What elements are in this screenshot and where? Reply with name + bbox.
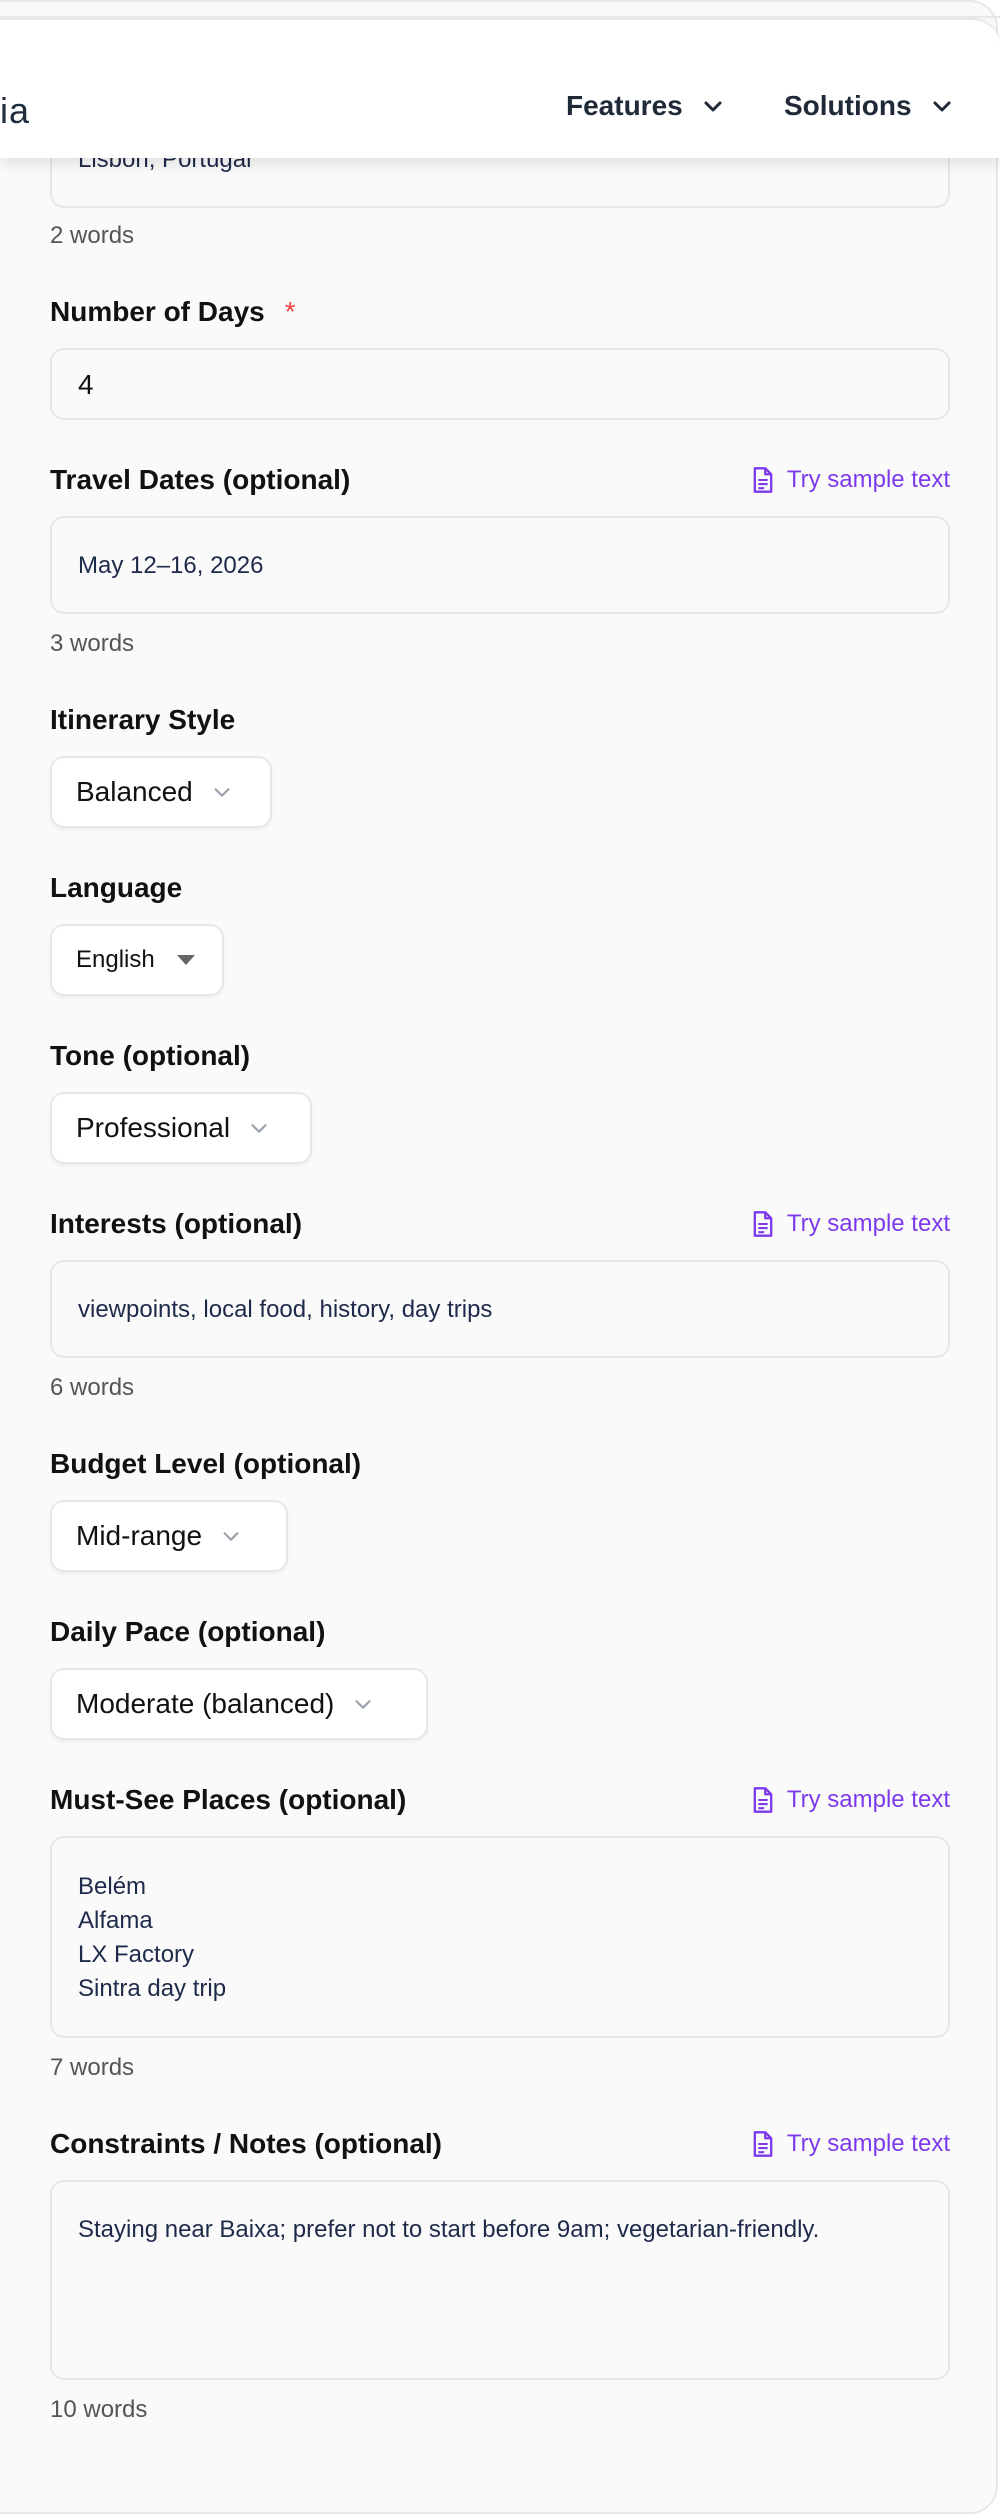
style-select[interactable]: Balanced [50, 756, 272, 828]
notes-word-count: 10 words [50, 2396, 148, 2423]
days-input[interactable]: 4 [50, 348, 950, 420]
interests-try-sample-label: Try sample text [786, 1210, 950, 1237]
must-see-value: Belém Alfama LX Factory Sintra day trip [78, 1870, 226, 2006]
document-icon [753, 467, 773, 493]
language-select[interactable]: English [50, 924, 224, 996]
notes-label: Constraints / Notes (optional) [50, 2128, 442, 2159]
nav-solutions-label: Solutions [784, 90, 912, 121]
dates-try-sample-label: Try sample text [786, 466, 950, 493]
tone-select[interactable]: Professional [50, 1092, 312, 1164]
language-label: Language [50, 872, 183, 903]
notes-value: Staying near Baixa; prefer not to start … [78, 2216, 820, 2243]
document-icon [753, 1787, 773, 1813]
top-navigation-bar: ia Features Solutions [0, 18, 1000, 158]
pace-select[interactable]: Moderate (balanced) [50, 1668, 428, 1740]
must-see-label: Must-See Places (optional) [50, 1784, 407, 1815]
pace-selected: Moderate (balanced) [76, 1688, 335, 1719]
style-label: Itinerary Style [50, 704, 236, 735]
chevron-down-icon [251, 1124, 267, 1133]
pace-label: Daily Pace (optional) [50, 1616, 326, 1647]
nav-features-menu[interactable]: Features [566, 90, 725, 122]
required-mark: * [284, 296, 296, 327]
must-see-word-count: 7 words [50, 2054, 135, 2081]
must-see-try-sample-button[interactable]: Try sample text [751, 1786, 950, 1814]
chevron-down-icon [355, 1700, 371, 1709]
chevron-down-icon [223, 1532, 239, 1541]
days-value: 4 [78, 369, 94, 400]
destination-word-count: 2 words [50, 222, 135, 249]
budget-selected: Mid-range [76, 1520, 203, 1551]
must-see-textarea[interactable]: Belém Alfama LX Factory Sintra day trip [50, 1836, 950, 2038]
interests-value: viewpoints, local food, history, day tri… [78, 1296, 493, 1323]
outer-frame-edge [0, 0, 1000, 18]
nav-features-label: Features [566, 90, 683, 121]
dates-input[interactable]: May 12–16, 2026 [50, 516, 950, 614]
must-see-line: LX Factory [78, 1941, 195, 1968]
tone-label: Tone (optional) [50, 1040, 251, 1071]
chevron-down-icon [704, 101, 722, 112]
interests-try-sample-button[interactable]: Try sample text [751, 1210, 950, 1238]
chevron-down-icon [933, 101, 951, 112]
days-label-text: Number of Days [50, 296, 265, 327]
nav-solutions-menu[interactable]: Solutions [784, 90, 954, 122]
must-see-try-sample-label: Try sample text [786, 1786, 950, 1813]
dates-label: Travel Dates (optional) [50, 464, 351, 495]
dates-word-count: 3 words [50, 630, 135, 657]
document-icon [753, 1211, 773, 1237]
must-see-line: Alfama [78, 1907, 153, 1934]
interests-word-count: 6 words [50, 1374, 135, 1401]
dates-try-sample-button[interactable]: Try sample text [751, 466, 950, 494]
interests-input[interactable]: viewpoints, local food, history, day tri… [50, 1260, 950, 1358]
style-selected: Balanced [76, 776, 193, 807]
notes-textarea[interactable]: Staying near Baixa; prefer not to start … [50, 2180, 950, 2380]
budget-label: Budget Level (optional) [50, 1448, 362, 1479]
tone-selected: Professional [76, 1112, 231, 1143]
notes-try-sample-label: Try sample text [786, 2130, 950, 2157]
dates-value: May 12–16, 2026 [78, 552, 264, 579]
must-see-line: Belém [78, 1873, 147, 1900]
must-see-line: Sintra day trip [78, 1975, 227, 2002]
budget-select[interactable]: Mid-range [50, 1500, 288, 1572]
caret-down-icon [176, 955, 195, 965]
notes-try-sample-button[interactable]: Try sample text [751, 2130, 950, 2158]
logo[interactable]: ia [0, 90, 30, 132]
interests-label: Interests (optional) [50, 1208, 303, 1239]
language-selected: English [76, 946, 155, 973]
chevron-down-icon [214, 788, 230, 797]
days-label: Number of Days * [50, 296, 296, 328]
document-icon [753, 2131, 773, 2157]
